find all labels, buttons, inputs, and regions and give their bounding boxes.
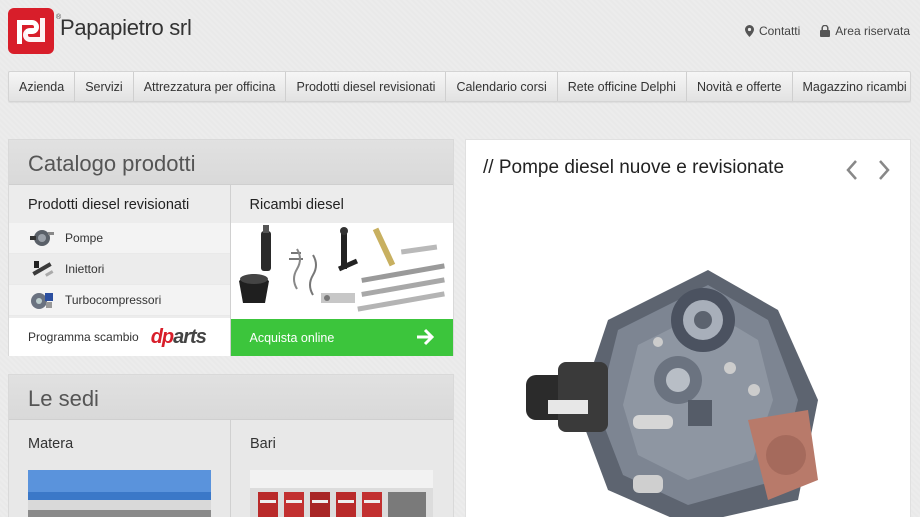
product-label: Turbocompressori: [65, 293, 162, 307]
bari-photo[interactable]: [250, 470, 433, 517]
diesel-pump-image[interactable]: [518, 250, 838, 517]
nav-item-magazzino[interactable]: Magazzino ricambi: [793, 72, 917, 101]
featured-slider: // Pompe diesel nuove e revisionate: [465, 139, 911, 517]
diesel-parts-column: Ricambi diesel Acquista online: [230, 185, 453, 356]
product-item-iniettori[interactable]: Iniettori: [9, 254, 230, 285]
injector-thumb-icon: [27, 257, 57, 281]
registered-mark: ®: [56, 14, 62, 21]
lock-icon: [820, 25, 831, 37]
top-links: Contatti Area riservata: [744, 24, 910, 38]
diesel-parts-title[interactable]: Ricambi diesel: [230, 185, 453, 223]
diesel-parts-image[interactable]: [230, 223, 453, 318]
location-name: Bari: [250, 436, 276, 452]
brand-name: Papapietro srl: [60, 15, 192, 40]
exchange-program-link[interactable]: Programma scambio dparts: [9, 318, 230, 356]
locations-panel: Le sedi Matera Bari: [8, 374, 454, 517]
location-matera[interactable]: Matera: [9, 420, 231, 517]
product-label: Pompe: [65, 231, 104, 245]
catalog-panel: Catalogo prodotti Prodotti diesel revisi…: [8, 139, 454, 356]
product-list: Pompe Iniettori Turbocompressori: [9, 223, 230, 316]
nav-item-attrezzatura[interactable]: Attrezzatura per officina: [134, 72, 287, 101]
nav-item-prodotti[interactable]: Prodotti diesel revisionati: [286, 72, 447, 101]
contacts-label: Contatti: [758, 24, 801, 38]
pump-thumb-icon: [27, 226, 57, 250]
revised-products-column: Prodotti diesel revisionati Pompe Iniett…: [9, 185, 231, 356]
nav-item-calendario[interactable]: Calendario corsi: [446, 72, 558, 101]
product-item-turbocompressori[interactable]: Turbocompressori: [9, 285, 230, 316]
matera-photo[interactable]: [28, 470, 211, 517]
chevron-left-icon[interactable]: [844, 158, 860, 182]
location-name: Matera: [28, 436, 74, 452]
product-item-pompe[interactable]: Pompe: [9, 223, 230, 254]
reserved-area-link[interactable]: Area riservata: [820, 24, 910, 38]
revised-products-title[interactable]: Prodotti diesel revisionati: [9, 185, 230, 223]
contacts-link[interactable]: Contatti: [744, 24, 801, 38]
slider-title: // Pompe diesel nuove e revisionate: [483, 157, 785, 178]
brand-logo[interactable]: ® Papapietro srl: [8, 8, 192, 54]
dparts-logo: dparts: [150, 325, 207, 348]
location-bari[interactable]: Bari: [231, 420, 453, 517]
nav-item-servizi[interactable]: Servizi: [75, 72, 134, 101]
reserved-area-label: Area riservata: [835, 24, 910, 38]
main-nav: Azienda Servizi Attrezzatura per officin…: [8, 71, 911, 102]
nav-item-novita[interactable]: Novità e offerte: [687, 72, 793, 101]
map-pin-icon: [744, 25, 754, 37]
turbo-thumb-icon: [27, 288, 57, 312]
catalog-title: Catalogo prodotti: [9, 140, 453, 185]
buy-online-label: Acquista online: [249, 330, 335, 345]
arrow-right-icon: [417, 328, 435, 346]
nav-item-rete-officine[interactable]: Rete officine Delphi: [558, 72, 687, 101]
nav-item-azienda[interactable]: Azienda: [9, 72, 76, 101]
chevron-right-icon[interactable]: [876, 158, 892, 182]
locations-title: Le sedi: [9, 375, 453, 420]
buy-online-button[interactable]: Acquista online: [230, 319, 453, 356]
exchange-program-label: Programma scambio: [28, 330, 139, 344]
product-label: Iniettori: [65, 262, 105, 276]
logo-mark-icon: [8, 8, 54, 54]
